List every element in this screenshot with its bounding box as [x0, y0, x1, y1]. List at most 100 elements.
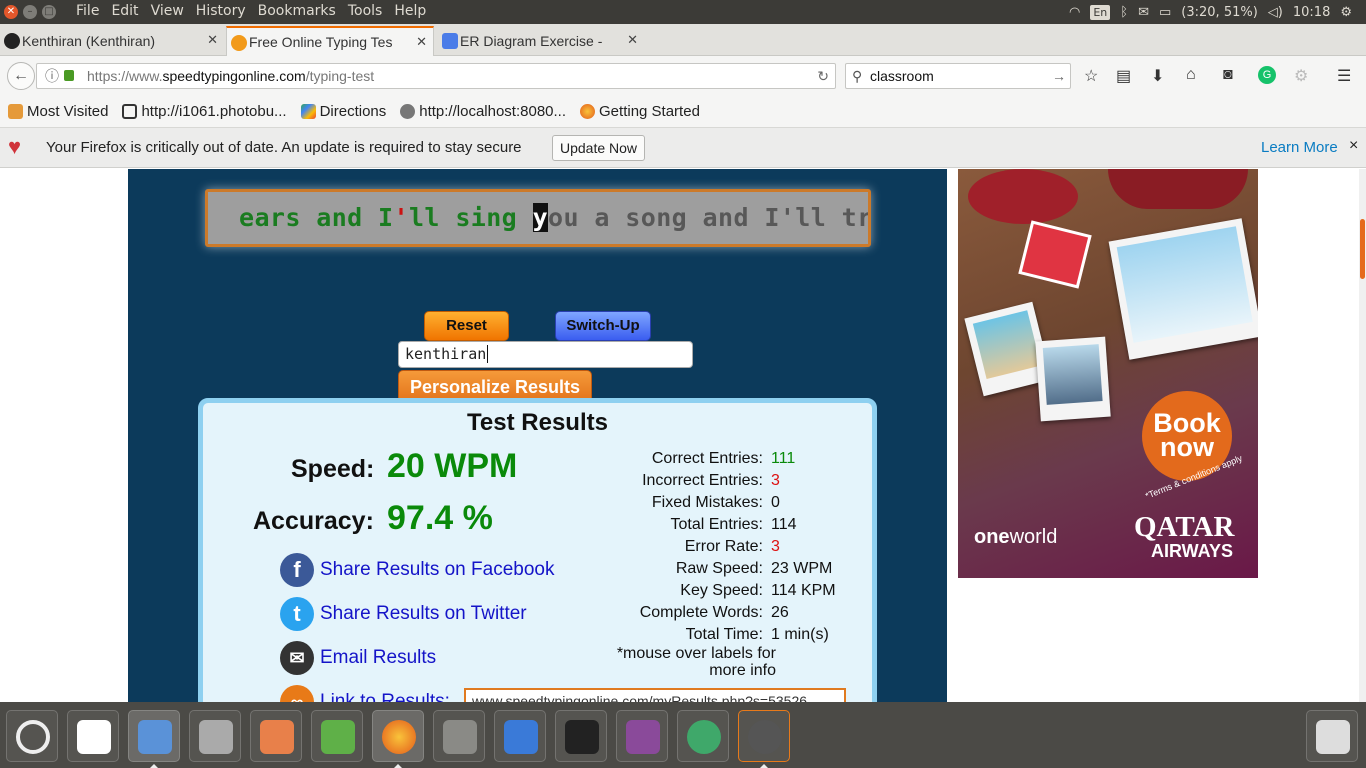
search-go-icon[interactable]: → — [1052, 64, 1066, 88]
menu-bookmarks[interactable]: Bookmarks — [252, 3, 342, 19]
maximize-window-icon[interactable]: □ — [42, 5, 56, 19]
calc-launcher[interactable] — [311, 710, 363, 762]
stat-label[interactable]: Complete Words: — [583, 602, 771, 624]
search-bar[interactable]: ⚲ classroom → — [845, 63, 1071, 89]
close-tab-icon[interactable]: ✕ — [627, 32, 638, 48]
reload-icon[interactable]: ↻ — [817, 64, 829, 88]
tab-strip: Kenthiran (Kenthiran) ✕ Free Online Typi… — [0, 24, 1366, 75]
lock-icon[interactable] — [64, 70, 74, 81]
volume-icon[interactable]: ◁) — [1268, 5, 1283, 20]
url-bar[interactable]: ⓘ https://www.speedtypingonline.com/typi… — [36, 63, 836, 89]
atom-launcher[interactable] — [677, 710, 729, 762]
city-photo — [1035, 336, 1111, 422]
email-results[interactable]: ✉ Email Results — [280, 641, 436, 675]
back-button[interactable]: ← — [7, 62, 35, 90]
page-scrollbar[interactable] — [1359, 169, 1366, 702]
stat-label[interactable]: Incorrect Entries: — [583, 470, 771, 492]
share-twitter[interactable]: t Share Results on Twitter — [280, 597, 527, 631]
close-window-icon[interactable]: ✕ — [4, 5, 18, 19]
scrollbar-thumb[interactable] — [1360, 219, 1365, 279]
reset-button[interactable]: Reset — [424, 311, 509, 341]
pocket-icon[interactable]: ◙ — [1223, 66, 1233, 84]
share-twitter-link[interactable]: Share Results on Twitter — [320, 603, 527, 625]
menu-tools[interactable]: Tools — [342, 3, 389, 19]
ubuntu-dash-button[interactable] — [6, 710, 58, 762]
bookmark-photobucket[interactable]: http://i1061.photobu... — [122, 103, 287, 120]
stat-label[interactable]: Raw Speed: — [583, 558, 771, 580]
hamburger-menu-icon[interactable]: ☰ — [1337, 66, 1351, 86]
image-viewer-launcher[interactable] — [128, 710, 180, 762]
menu-help[interactable]: Help — [388, 3, 432, 19]
share-facebook[interactable]: f Share Results on Facebook — [280, 553, 554, 587]
camera-launcher[interactable] — [189, 710, 241, 762]
qatar-airways-ad[interactable]: Book now *Terms & conditions apply onewor… — [958, 169, 1258, 578]
grammarly-icon[interactable]: G — [1258, 66, 1276, 84]
tab-github[interactable]: Kenthiran (Kenthiran) ✕ — [0, 26, 224, 56]
terminal-launcher[interactable] — [555, 710, 607, 762]
remaining-text: ou a song and I'll tr — [548, 203, 871, 232]
compass-launcher[interactable] — [494, 710, 546, 762]
software-updater-launcher[interactable] — [738, 710, 790, 762]
name-input[interactable]: kenthiran — [398, 341, 693, 368]
workspace-icon — [626, 720, 660, 754]
menu-file[interactable]: File — [70, 3, 105, 19]
learn-more-link[interactable]: Learn More — [1261, 139, 1338, 156]
tab-typing-test[interactable]: Free Online Typing Tes ✕ — [226, 26, 434, 56]
bookmark-directions[interactable]: Directions — [300, 103, 386, 120]
firefox-launcher[interactable] — [372, 710, 424, 762]
bluetooth-icon[interactable]: ᛒ — [1120, 5, 1128, 20]
menu-edit[interactable]: Edit — [105, 3, 144, 19]
photobucket-icon — [122, 104, 138, 119]
settings-gear-icon[interactable]: ⚙ — [1340, 5, 1352, 20]
keyboard-layout-indicator[interactable]: En — [1090, 4, 1111, 20]
downloads-icon[interactable]: ⬇ — [1151, 66, 1164, 86]
trash-launcher[interactable] — [1306, 710, 1358, 762]
files-launcher[interactable] — [433, 710, 485, 762]
cursor-character: y — [532, 203, 549, 232]
bookmark-most-visited[interactable]: Most Visited — [8, 103, 108, 120]
close-tab-icon[interactable]: ✕ — [416, 34, 427, 50]
home-icon[interactable]: ⌂ — [1186, 66, 1196, 84]
close-tab-icon[interactable]: ✕ — [207, 32, 218, 48]
link-to-results[interactable]: ∞ Link to Results: — [280, 685, 450, 702]
wifi-icon[interactable]: ◠ — [1069, 5, 1080, 20]
stat-row: Complete Words: 26 — [583, 602, 836, 624]
stat-label[interactable]: Error Rate: — [583, 536, 771, 558]
menu-view[interactable]: View — [145, 3, 190, 19]
results-link-field[interactable]: www.speedtypingonline.com/myResults.php?… — [464, 688, 846, 702]
stat-label[interactable]: Total Entries: — [583, 514, 771, 536]
accuracy-value: 97.4 % — [387, 499, 493, 537]
stat-label[interactable]: Fixed Mistakes: — [583, 492, 771, 514]
workspace-switcher[interactable] — [616, 710, 668, 762]
close-notification-icon[interactable]: × — [1349, 137, 1358, 155]
impress-launcher[interactable] — [250, 710, 302, 762]
stat-row: Correct Entries: 111 — [583, 448, 836, 470]
atom-icon — [687, 720, 721, 754]
battery-icon[interactable]: ▭ — [1159, 5, 1171, 20]
email-results-link[interactable]: Email Results — [320, 647, 436, 669]
update-now-button[interactable]: Update Now — [552, 135, 646, 161]
search-input[interactable]: classroom — [870, 64, 934, 88]
tab-er-diagram[interactable]: ER Diagram Exercise - ✕ — [438, 26, 644, 56]
stat-label[interactable]: Total Time: — [583, 624, 771, 646]
info-icon[interactable]: ⓘ — [45, 64, 59, 88]
battery-status[interactable]: (3:20, 51%) — [1181, 5, 1258, 20]
reading-list-icon[interactable]: ▤ — [1116, 66, 1131, 86]
minimize-window-icon[interactable]: – — [23, 5, 37, 19]
bookmark-star-icon[interactable]: ☆ — [1084, 66, 1098, 86]
stat-label[interactable]: Key Speed: — [583, 580, 771, 602]
switch-up-button[interactable]: Switch-Up — [555, 311, 651, 341]
bookmark-getting-started[interactable]: Getting Started — [580, 103, 700, 120]
extension-icon[interactable]: ⚙ — [1294, 66, 1308, 86]
mouse-over-note: *mouse over labels for more info — [616, 645, 776, 679]
mail-icon[interactable]: ✉ — [1138, 5, 1149, 20]
stat-row: Error Rate: 3 — [583, 536, 836, 558]
stat-label[interactable]: Correct Entries: — [583, 448, 771, 470]
bookmark-localhost[interactable]: http://localhost:8080... — [400, 103, 566, 120]
url-text[interactable]: https://www.speedtypingonline.com/typing… — [87, 64, 374, 88]
now-text: now — [1160, 432, 1214, 462]
share-facebook-link[interactable]: Share Results on Facebook — [320, 559, 554, 581]
clock[interactable]: 10:18 — [1293, 5, 1330, 20]
menu-history[interactable]: History — [190, 3, 252, 19]
evince-launcher[interactable] — [67, 710, 119, 762]
